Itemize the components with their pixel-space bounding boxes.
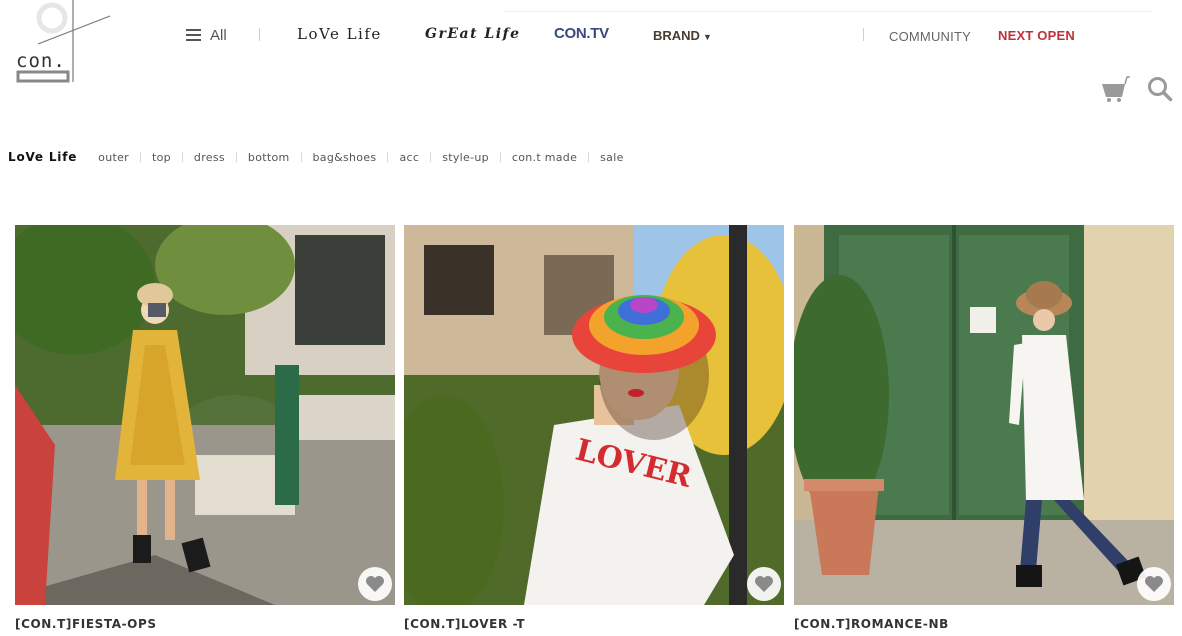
product-name[interactable]: [CON.T]LOVER -T: [404, 617, 525, 631]
product-card[interactable]: LOVER [CON.T]LOVER -T: [404, 225, 784, 631]
product-image[interactable]: [15, 225, 395, 605]
product-image[interactable]: [794, 225, 1174, 605]
subcategory-sale[interactable]: sale: [600, 151, 624, 164]
nav-love-life[interactable]: LoVe Life: [297, 24, 382, 44]
product-card[interactable]: [CON.T]FIESTA-OPS: [15, 225, 395, 631]
subcategory-cont-made[interactable]: con.t made: [512, 151, 577, 164]
nav-brand-dropdown[interactable]: BRAND ▼: [653, 26, 712, 47]
heart-icon: [366, 576, 384, 592]
subcategory-divider: [300, 152, 302, 162]
subcategory-title: LoVe Life: [8, 150, 78, 164]
product-card[interactable]: [CON.T]ROMANCE-NB: [794, 225, 1174, 631]
subcategory-outer[interactable]: outer: [98, 151, 129, 164]
brand-logo[interactable]: con.: [10, 0, 114, 90]
all-menu-label: All: [210, 26, 227, 44]
subcategory-top[interactable]: top: [152, 151, 171, 164]
nav-next-open[interactable]: NEXT OPEN: [998, 26, 1075, 46]
nav-community[interactable]: COMMUNITY: [889, 27, 971, 47]
nav-divider: [259, 28, 260, 41]
subcategory-divider: [387, 152, 389, 162]
subcategory-bottom[interactable]: bottom: [248, 151, 290, 164]
subcategory-acc[interactable]: acc: [399, 151, 419, 164]
logo-mark-icon: [16, 0, 111, 83]
cart-icon[interactable]: [1100, 73, 1130, 103]
subcategory-dress[interactable]: dress: [194, 151, 225, 164]
subcategory-divider: [588, 152, 590, 162]
hamburger-icon: [186, 29, 201, 41]
subcategory-nav: LoVe Life outer top dress bottom bag&sho…: [8, 149, 624, 165]
subcategory-divider: [181, 152, 183, 162]
caret-down-icon: ▼: [702, 32, 712, 42]
subcategory-divider: [139, 152, 141, 162]
product-image[interactable]: LOVER: [404, 225, 784, 605]
nav-con-tv[interactable]: CON.TV: [554, 24, 609, 44]
product-name[interactable]: [CON.T]ROMANCE-NB: [794, 617, 949, 631]
search-icon[interactable]: [1146, 75, 1174, 103]
top-divider: [505, 11, 1153, 12]
product-name[interactable]: [CON.T]FIESTA-OPS: [15, 617, 157, 631]
heart-icon: [1145, 576, 1163, 592]
subcategory-divider: [235, 152, 237, 162]
subcategory-style-up[interactable]: style-up: [442, 151, 489, 164]
nav-divider: [863, 28, 864, 41]
wishlist-button[interactable]: [747, 567, 781, 601]
logo-text: con.: [16, 50, 66, 72]
subcategory-divider: [499, 152, 501, 162]
all-menu-button[interactable]: All: [186, 24, 227, 46]
subcategory-divider: [430, 152, 432, 162]
wishlist-button[interactable]: [1137, 567, 1171, 601]
wishlist-button[interactable]: [358, 567, 392, 601]
nav-great-life[interactable]: GrEat Life: [425, 24, 521, 44]
subcategory-bag-shoes[interactable]: bag&shoes: [313, 151, 377, 164]
nav-brand-label: BRAND: [653, 28, 700, 43]
heart-icon: [755, 576, 773, 592]
